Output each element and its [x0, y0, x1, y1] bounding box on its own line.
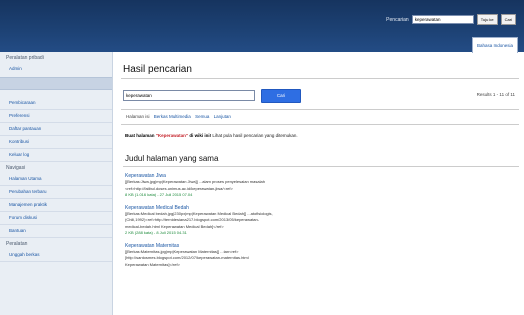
top-header-bar: Pencarian Tuju ke Cari Bahasa Indonesia: [0, 0, 524, 53]
sidebar-item-logout[interactable]: Keluar log: [0, 149, 112, 162]
section-divider: [123, 166, 519, 167]
sidebar-item-upload-file[interactable]: Unggah berkas: [0, 249, 112, 262]
sidebar-box: [0, 77, 112, 90]
page-title: Hasil pencarian: [123, 64, 192, 75]
filter-all[interactable]: Semua: [195, 114, 209, 119]
search-row: Cari Results 1 - 11 of 11: [119, 88, 519, 106]
sidebar-item-watchlist[interactable]: Daftar pantauan: [0, 123, 112, 136]
header-search-button[interactable]: Cari: [500, 14, 516, 25]
go-button[interactable]: Tuju ke: [476, 14, 498, 25]
create-hint: Lihat pula hasil pencarian yang ditemuka…: [212, 133, 298, 138]
sidebar-item-admin[interactable]: Admin: [0, 63, 112, 75]
sidebar-item-help[interactable]: Bantuan: [0, 225, 112, 238]
header-search: Pencarian Tuju ke Cari: [386, 14, 516, 25]
create-prefix: Buat halaman: [125, 133, 155, 138]
sidebar-section-navigation: Navigasi: [6, 165, 26, 171]
sidebar: Peralatan pribadi Admin Pembicaraan Pref…: [0, 52, 113, 315]
main-content: Hasil pencarian Cari Results 1 - 11 of 1…: [119, 52, 519, 268]
filter-multimedia[interactable]: Berkas Multimedia: [154, 114, 191, 119]
sidebar-item-preferences[interactable]: Preferensi: [0, 110, 112, 123]
sidebar-item-contributions[interactable]: Kontribusi: [0, 136, 112, 149]
search-result: Keperawatan Medical Bedah [[Berkas:Medic…: [125, 205, 519, 237]
result-meta: 8 KB (1.016 kata) - 27 Juli 2015 07.04: [125, 192, 193, 197]
result-snippet: Keperawatan Maternitas]</ref>: [125, 261, 180, 267]
sidebar-item-recent-changes[interactable]: Perubahan terbaru: [0, 186, 112, 199]
section-title: Judul halaman yang sama: [125, 154, 219, 163]
sidebar-item-main-page[interactable]: Halaman Utama: [0, 173, 112, 186]
header-search-label: Pencarian: [386, 16, 409, 23]
sidebar-item-practice-management[interactable]: Manajemen praktik: [0, 199, 112, 212]
header-search-input[interactable]: [411, 15, 474, 24]
results-count: Results 1 - 11 of 11: [476, 92, 515, 97]
filter-content-pages[interactable]: Halaman isi: [126, 114, 150, 119]
search-button[interactable]: Cari: [261, 89, 301, 103]
create-page-link[interactable]: "Keperawatan": [156, 133, 188, 138]
search-input[interactable]: [123, 90, 255, 101]
title-divider: [121, 78, 519, 79]
filter-advanced[interactable]: Lanjutan: [214, 114, 231, 119]
search-filters: Halaman isi Berkas Multimedia Semua Lanj…: [121, 109, 519, 125]
sidebar-item-talk[interactable]: Pembicaraan: [0, 97, 112, 110]
create-suffix: di wiki ini!: [189, 133, 212, 138]
sidebar-section-tools: Peralatan: [6, 241, 28, 247]
search-result: Keperawatan Jiwa [[Berkas:Jiwa.jpg|mp|Ke…: [125, 173, 519, 199]
sidebar-item-discussion-forum[interactable]: Forum diskusi: [0, 212, 112, 225]
sidebar-section-personal-tools: Peralatan pribadi: [6, 55, 44, 61]
search-result: Keperawatan Maternitas [[Berkas:Maternit…: [125, 243, 519, 269]
create-page-notice: Buat halaman "Keperawatan" di wiki ini! …: [125, 133, 519, 138]
result-meta: 2 KB (288 kata) - 8 Juli 2015 04.31: [125, 230, 187, 235]
language-tab[interactable]: Bahasa Indonesia: [471, 37, 518, 53]
